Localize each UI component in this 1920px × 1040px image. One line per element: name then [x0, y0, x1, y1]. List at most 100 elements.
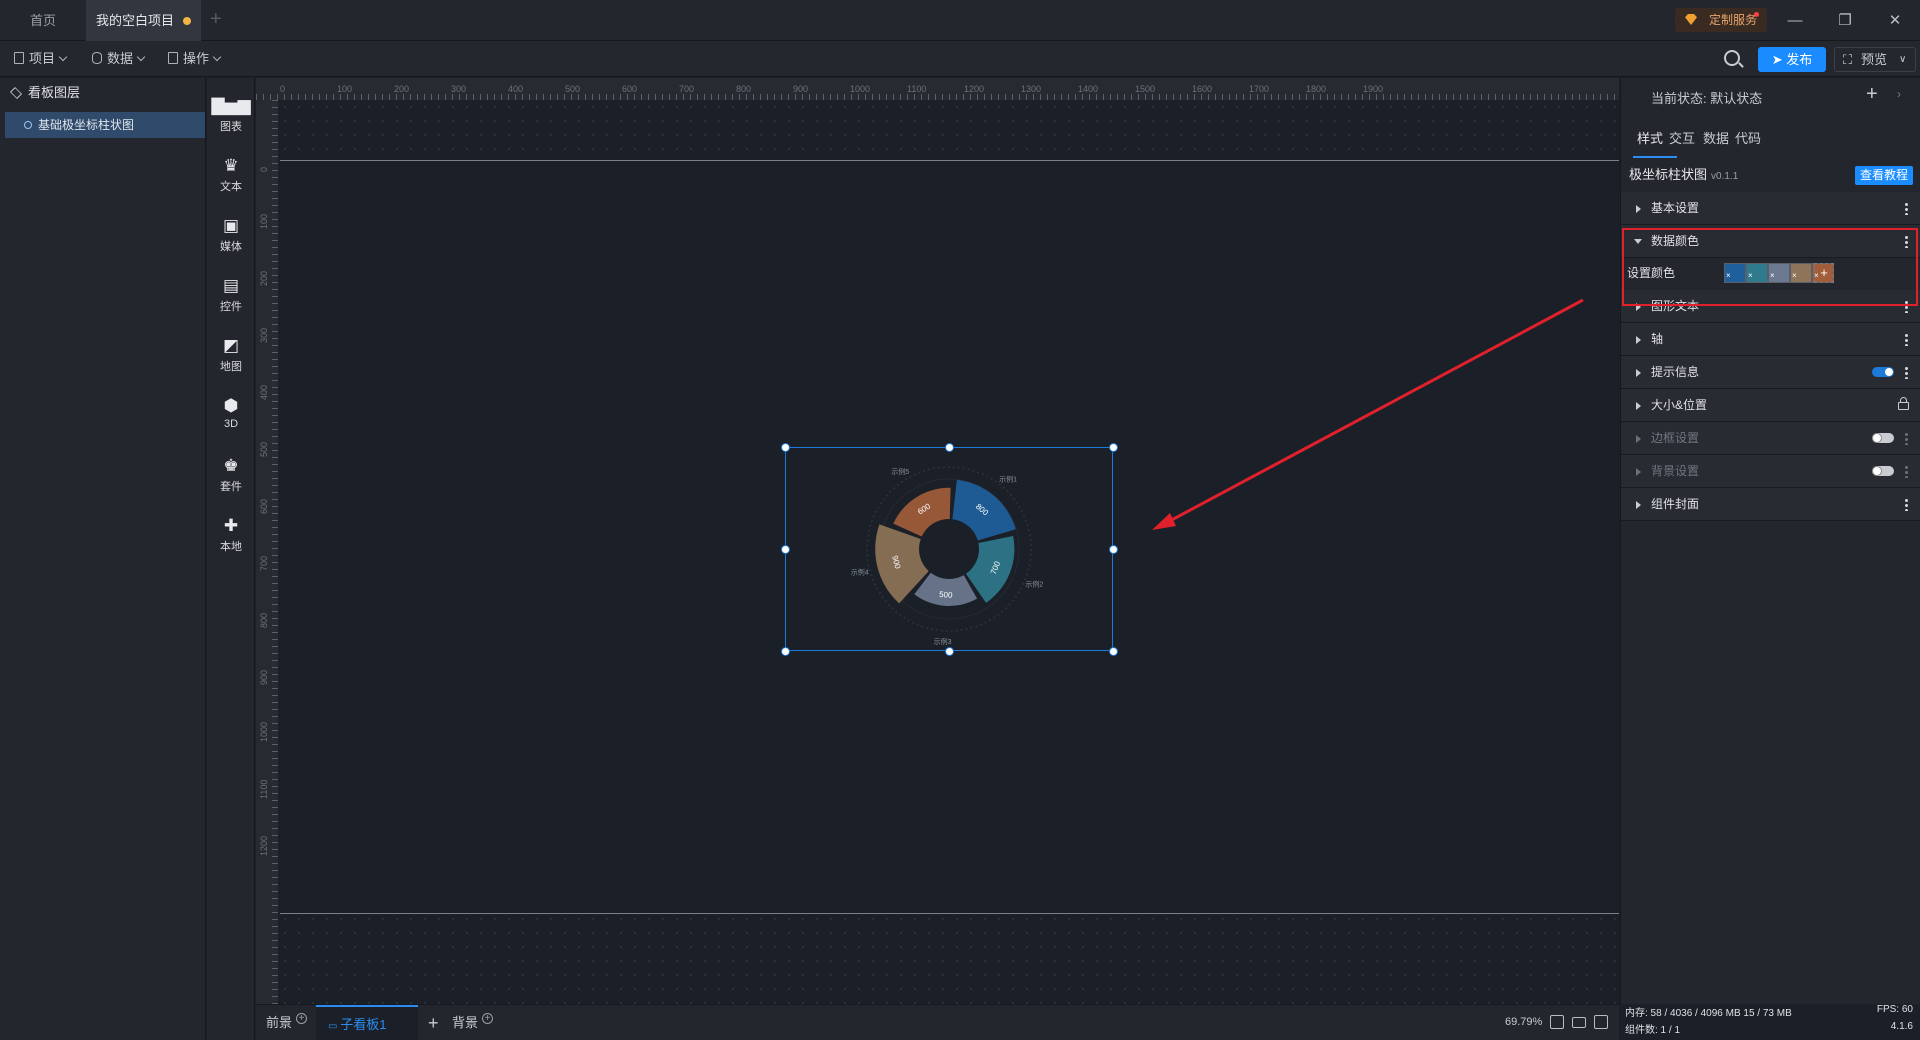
caret-right-icon — [1636, 336, 1641, 344]
custom-service-label: 定制服务 — [1709, 13, 1758, 27]
menu-operate[interactable]: 操作 — [168, 49, 222, 69]
ruler-tick-label: 200 — [394, 84, 410, 94]
ruler-tick-label: 900 — [793, 84, 809, 94]
tutorial-button[interactable]: 查看教程 — [1855, 166, 1913, 185]
menu-project[interactable]: 项目 — [14, 49, 68, 69]
minimize-button[interactable]: — — [1772, 0, 1818, 41]
tool-text[interactable]: ♛ 文本 — [207, 148, 255, 196]
app-version: 4.1.6 — [1890, 1021, 1913, 1032]
resize-handle-w[interactable] — [781, 545, 790, 554]
resize-handle-ne[interactable] — [1109, 443, 1118, 452]
zoom-level[interactable]: 69.79% — [1505, 1016, 1542, 1028]
add-circle-icon[interactable]: + — [482, 1013, 494, 1024]
add-board-button[interactable]: + — [428, 1005, 439, 1040]
border-toggle[interactable] — [1872, 433, 1894, 443]
ruler-tick-label: 1700 — [1249, 84, 1270, 94]
control-icon: ▤ — [222, 276, 240, 295]
ruler-tick-label: 800 — [736, 84, 752, 94]
tab-background[interactable]: 背景 + — [452, 1005, 494, 1040]
more-icon[interactable] — [1905, 465, 1908, 478]
ruler-tick-label: 0 — [280, 84, 286, 94]
status-footer: 内存: 58 / 4036 / 4096 MB 15 / 73 MB FPS: … — [1621, 1000, 1920, 1040]
resize-handle-nw[interactable] — [781, 443, 790, 452]
search-icon[interactable] — [1724, 50, 1740, 66]
ruler-tick-label: 1100 — [259, 779, 269, 799]
highlight-box — [1622, 228, 1918, 306]
resize-handle-se[interactable] — [1109, 647, 1118, 656]
more-icon[interactable] — [1905, 333, 1908, 346]
add-state-button[interactable]: + — [1866, 83, 1878, 106]
canvas-area[interactable]: 0 100 200 300 400 500 600 700 800 900 1000 1100 1200… — [256, 78, 1619, 1004]
tab-interaction[interactable]: 交互 — [1669, 128, 1695, 147]
background-toggle[interactable] — [1872, 466, 1894, 476]
tab-home[interactable]: 首页 — [0, 0, 86, 41]
tool-media[interactable]: ▣ 媒体 — [207, 208, 255, 256]
tool-kit[interactable]: ♚ 套件 — [207, 448, 255, 496]
layers-panel: 看板图层 基础极坐标柱状图 — [0, 78, 206, 1040]
keyboard-icon[interactable] — [1572, 1017, 1586, 1028]
add-circle-icon[interactable]: + — [296, 1013, 308, 1024]
resize-handle-s[interactable] — [945, 647, 954, 656]
lock-icon[interactable] — [1898, 397, 1909, 410]
tool-local[interactable]: ✚ 本地 — [207, 508, 255, 556]
fit-screen-icon[interactable] — [1550, 1015, 1564, 1029]
menu-data[interactable]: 数据 — [92, 49, 146, 69]
section-axis[interactable]: 轴 — [1621, 323, 1920, 356]
section-size-position[interactable]: 大小&位置 — [1621, 389, 1920, 422]
tool-map[interactable]: ◩ 地图 — [207, 328, 255, 376]
chevron-right-icon[interactable]: › — [1897, 87, 1901, 101]
close-button[interactable]: ✕ — [1872, 0, 1918, 41]
tab-project-label: 我的空白项目 — [96, 13, 175, 28]
ruler-left[interactable]: 0 100 200 300 400 500 600 700 800 900 1000 1100 1200 — [256, 100, 278, 1004]
notification-dot-icon — [1754, 12, 1759, 17]
section-tooltip[interactable]: 提示信息 — [1621, 356, 1920, 389]
tab-data[interactable]: 数据 — [1703, 128, 1729, 147]
terminal-icon[interactable] — [1594, 1015, 1608, 1029]
tab-sub-board[interactable]: ▭ 子看板1 — [316, 1005, 418, 1040]
section-background-settings[interactable]: 背景设置 — [1621, 455, 1920, 488]
resize-handle-sw[interactable] — [781, 647, 790, 656]
caret-right-icon — [1636, 501, 1641, 509]
ruler-top[interactable]: 0 100 200 300 400 500 600 700 800 900 1000 1100 1200… — [256, 78, 1619, 100]
tool-chart[interactable]: ▇▅▆ 图表 — [207, 88, 255, 136]
preview-button[interactable]: ⛶ 预览 ∨ — [1834, 47, 1916, 72]
custom-service-button[interactable]: 定制服务 — [1675, 8, 1767, 32]
ruler-tick-label: 400 — [508, 84, 524, 94]
ruler-tick-label: 500 — [259, 441, 269, 457]
add-tab-button[interactable]: + — [210, 8, 222, 31]
ruler-tick-label: 1500 — [1135, 84, 1156, 94]
ruler-tick-label: 1600 — [1192, 84, 1213, 94]
file-icon — [14, 52, 24, 64]
ruler-tick-label: 800 — [259, 612, 269, 628]
layer-item[interactable]: 基础极坐标柱状图 — [5, 112, 205, 138]
more-icon[interactable] — [1905, 202, 1908, 215]
current-state: 当前状态: 默认状态 — [1651, 91, 1763, 106]
map-icon: ◩ — [222, 336, 240, 355]
resize-handle-e[interactable] — [1109, 545, 1118, 554]
resize-handle-n[interactable] — [945, 443, 954, 452]
tool-control[interactable]: ▤ 控件 — [207, 268, 255, 316]
tool-label: 套件 — [220, 481, 242, 493]
tool-3d[interactable]: ⬢ 3D — [207, 388, 255, 436]
ruler-tick-label: 500 — [565, 84, 581, 94]
section-border-settings[interactable]: 边框设置 — [1621, 422, 1920, 455]
more-icon[interactable] — [1905, 432, 1908, 445]
section-basic-settings[interactable]: 基本设置 — [1621, 192, 1920, 225]
ruler-tick-label: 700 — [679, 84, 695, 94]
tab-code[interactable]: 代码 — [1735, 128, 1761, 147]
crown-icon: ♛ — [223, 156, 239, 175]
caret-right-icon — [1636, 468, 1641, 476]
publish-button[interactable]: ➤ 发布 — [1758, 47, 1826, 72]
shirt-icon: ♚ — [223, 456, 239, 475]
restore-button[interactable]: ❐ — [1822, 0, 1868, 41]
more-icon[interactable] — [1905, 498, 1908, 511]
tab-style[interactable]: 样式 — [1637, 128, 1663, 147]
tab-project[interactable]: 我的空白项目 — [86, 0, 201, 41]
ruler-tick-label: 1000 — [259, 721, 269, 742]
tooltip-toggle[interactable] — [1872, 367, 1894, 377]
more-icon[interactable] — [1905, 366, 1908, 379]
tab-foreground[interactable]: 前景 + — [266, 1005, 308, 1040]
selection-box[interactable] — [785, 447, 1113, 651]
section-component-cover[interactable]: 组件封面 — [1621, 488, 1920, 521]
properties-panel: 当前状态: 默认状态 + › 样式 交互 数据 代码 极坐标柱状图 v0.1.1 … — [1620, 78, 1920, 1036]
